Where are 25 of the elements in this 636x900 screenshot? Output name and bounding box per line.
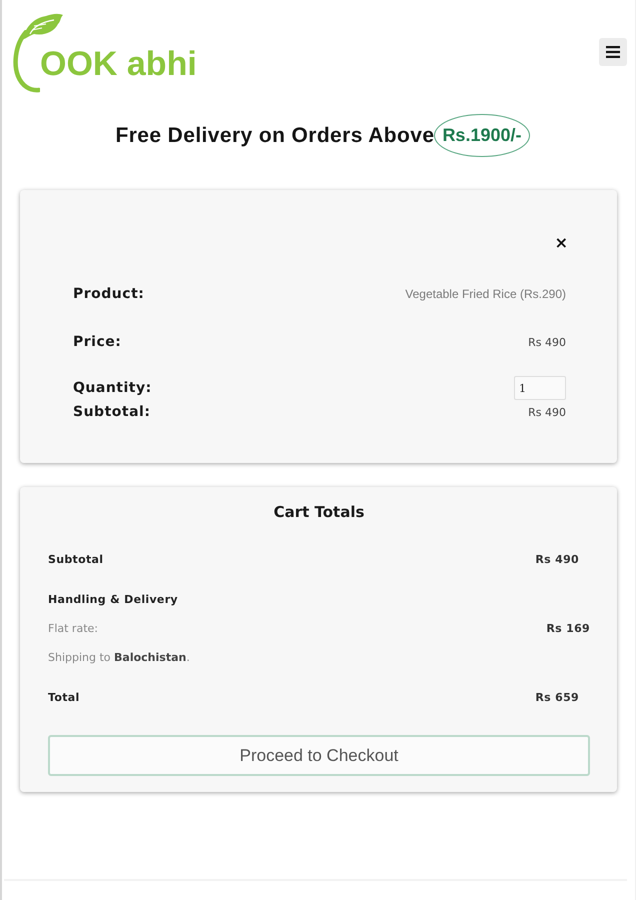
promo-amount: Rs.1900/- — [434, 114, 530, 157]
field-label: Product: — [73, 286, 144, 302]
section-label: Handling & Delivery — [48, 592, 178, 606]
field-label: Price: — [73, 334, 122, 350]
total-value: Rs 659 — [535, 690, 579, 704]
logo-text: OOK abhi — [40, 46, 197, 85]
product-name: Vegetable Fried Rice (Rs.290) — [405, 287, 566, 301]
menu-icon — [606, 46, 620, 58]
field-label: Quantity: — [73, 380, 152, 396]
field-label: Subtotal: — [73, 404, 150, 420]
total-label: Subtotal — [48, 552, 104, 566]
remove-button[interactable]: × — [550, 233, 572, 253]
logo-arc-drawing — [12, 30, 40, 94]
amount-value: Rs 490 — [528, 336, 566, 348]
amount-value: Rs 490 — [528, 406, 566, 418]
rate-value: Rs 169 — [546, 622, 590, 634]
rate-label: Flat rate: — [48, 622, 98, 634]
shipping-note: Shipping to Balochistan. — [48, 650, 190, 664]
total-label: Total — [48, 690, 80, 704]
cart-totals-title: Cart Totals — [272, 502, 366, 522]
menu-button[interactable] — [599, 38, 627, 66]
checkout-button[interactable]: Proceed to Checkout — [48, 735, 590, 776]
total-value: Rs 490 — [535, 552, 579, 566]
promo-heading: Free Delivery on Orders Above — [115, 124, 434, 148]
quantity-input[interactable]: 1 — [514, 376, 566, 400]
